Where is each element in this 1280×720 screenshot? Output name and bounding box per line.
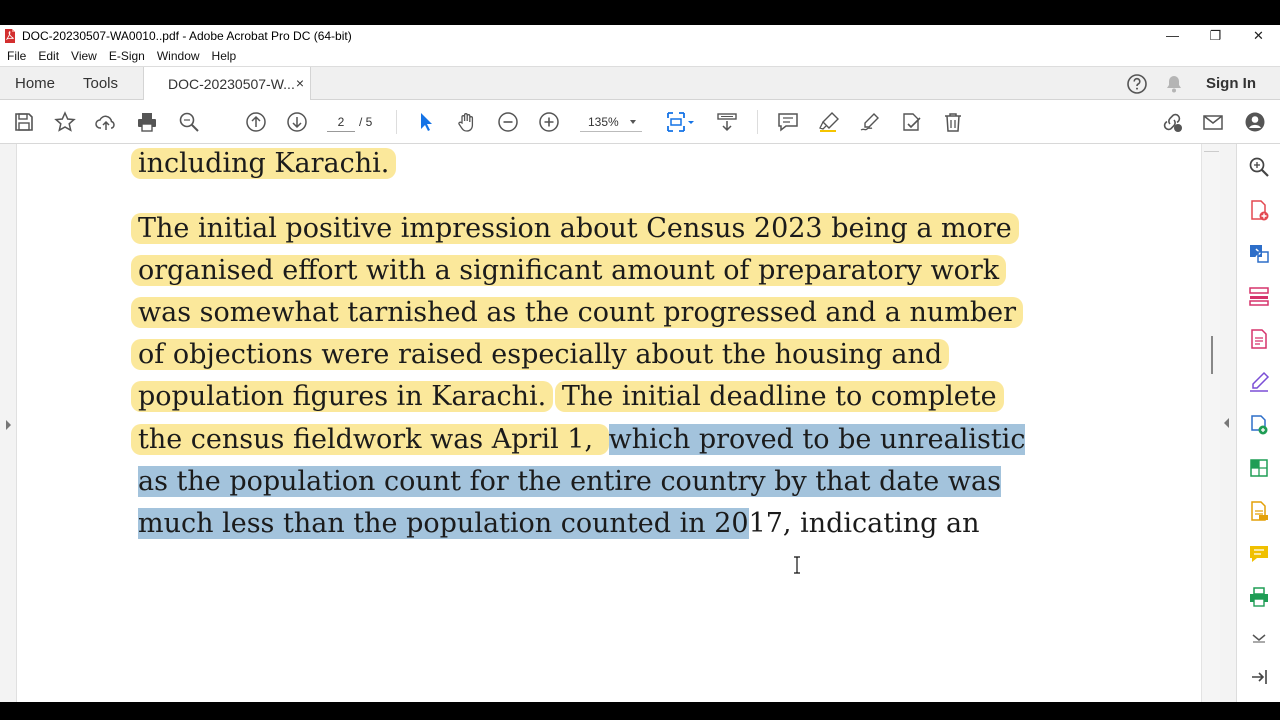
highlighter-icon[interactable]	[817, 110, 841, 134]
highlighted-text[interactable]: of objections were raised especially abo…	[131, 339, 950, 370]
zoom-out-icon[interactable]	[496, 110, 520, 134]
document-line[interactable]: including Karachi.	[131, 146, 397, 182]
document-line[interactable]: the census fieldwork was April 1, which …	[131, 422, 1026, 458]
selected-text[interactable]: much less than the population counted in…	[138, 508, 749, 539]
share-link-icon[interactable]	[1160, 110, 1184, 134]
print-production-icon[interactable]	[1248, 586, 1270, 608]
acrobat-window: DOC-20230507-WA0010..pdf - Adobe Acrobat…	[0, 25, 1280, 702]
window-title: DOC-20230507-WA0010..pdf - Adobe Acrobat…	[22, 28, 352, 43]
menu-view[interactable]: View	[71, 49, 97, 63]
edit-pdf-icon[interactable]	[1248, 328, 1270, 350]
sign-icon[interactable]	[858, 110, 882, 134]
highlighted-text[interactable]: including Karachi.	[131, 148, 397, 179]
cloud-upload-icon[interactable]	[94, 110, 118, 134]
toolbar-divider	[757, 110, 758, 134]
export-pdf-icon[interactable]	[1248, 242, 1270, 264]
menu-esign[interactable]: E-Sign	[109, 49, 145, 63]
stamp-icon[interactable]	[899, 110, 923, 134]
close-button[interactable]: ✕	[1237, 25, 1280, 46]
highlighted-text[interactable]: was somewhat tarnished as the count prog…	[131, 297, 1024, 328]
highlighted-text[interactable]: The initial positive impression about Ce…	[131, 213, 1019, 244]
right-panel-toggle[interactable]	[1220, 144, 1236, 702]
text-run[interactable]: 17, indicating an	[749, 508, 980, 539]
restore-icon: ❐	[1209, 27, 1222, 43]
document-line[interactable]: of objections were raised especially abo…	[131, 337, 950, 373]
main-toolbar: 2 / 5 135%	[0, 100, 1280, 144]
document-page[interactable]: including Karachi. The initial positive i…	[18, 144, 1201, 702]
zoom-level-value: 135%	[588, 115, 619, 129]
tab-bar: Home Tools DOC-20230507-W... × Sign In	[0, 66, 1280, 101]
highlighted-text[interactable]: population figures in Karachi.	[131, 381, 554, 412]
collapse-right-icon	[1224, 418, 1229, 428]
document-line[interactable]: The initial positive impression about Ce…	[131, 211, 1019, 247]
search-icon[interactable]	[177, 110, 201, 134]
fill-sign-icon[interactable]	[1248, 371, 1270, 393]
left-panel-toggle[interactable]	[0, 144, 17, 702]
chevron-down-icon	[630, 120, 636, 124]
document-line[interactable]: was somewhat tarnished as the count prog…	[131, 295, 1024, 331]
highlighted-text[interactable]: The initial deadline to complete	[554, 381, 1004, 412]
vertical-scrollbar[interactable]	[1201, 144, 1220, 702]
scan-icon[interactable]	[1248, 500, 1270, 522]
organize-pages-icon[interactable]	[1248, 285, 1270, 307]
email-icon[interactable]	[1201, 110, 1225, 134]
selected-text[interactable]: as the population count for the entire c…	[138, 466, 1001, 497]
combine-files-icon[interactable]	[1248, 414, 1270, 436]
create-pdf-icon[interactable]	[1248, 199, 1270, 221]
menu-bar: File Edit View E-Sign Window Help	[0, 46, 248, 66]
notification-bell-icon[interactable]	[1164, 74, 1184, 94]
star-icon[interactable]	[53, 110, 77, 134]
document-line[interactable]: organised effort with a significant amou…	[131, 253, 1007, 289]
page-total: / 5	[359, 115, 373, 129]
document-line[interactable]: population figures in Karachi. The initi…	[131, 379, 1004, 415]
text-cursor-icon	[793, 556, 801, 574]
minimize-icon: —	[1166, 28, 1179, 43]
scrollbar-top	[1204, 144, 1219, 152]
comment-icon[interactable]	[776, 110, 800, 134]
title-bar: DOC-20230507-WA0010..pdf - Adobe Acrobat…	[0, 25, 1280, 46]
restore-button[interactable]: ❐	[1194, 25, 1237, 46]
menu-window[interactable]: Window	[157, 49, 200, 63]
select-cursor-icon[interactable]	[414, 110, 438, 134]
hand-icon[interactable]	[455, 110, 479, 134]
fit-page-icon[interactable]	[665, 110, 697, 134]
menu-file[interactable]: File	[7, 49, 26, 63]
pdf-file-icon	[4, 28, 16, 43]
document-line[interactable]: as the population count for the entire c…	[138, 464, 1001, 500]
help-icon[interactable]	[1126, 73, 1148, 95]
page-down-icon[interactable]	[285, 110, 309, 134]
zoom-level-select[interactable]: 135%	[580, 112, 642, 132]
selected-text[interactable]: which proved to be unrealistic	[608, 424, 1026, 455]
scrollbar-thumb[interactable]	[1211, 336, 1213, 374]
menu-edit[interactable]: Edit	[38, 49, 59, 63]
scroll-mode-icon[interactable]	[715, 110, 739, 134]
tab-document-label: DOC-20230507-W...	[168, 76, 295, 92]
expand-more-icon[interactable]	[1248, 629, 1270, 651]
document-line[interactable]: much less than the population counted in…	[138, 506, 980, 542]
highlighted-text[interactable]: organised effort with a significant amou…	[131, 255, 1007, 286]
comment-panel-icon[interactable]	[1248, 543, 1270, 565]
expand-left-icon	[6, 420, 11, 430]
delete-icon[interactable]	[941, 110, 965, 134]
page-up-icon[interactable]	[244, 110, 268, 134]
account-icon[interactable]	[1243, 110, 1267, 134]
zoom-in-icon[interactable]	[537, 110, 561, 134]
highlighted-text[interactable]: the census fieldwork was April 1,	[131, 424, 609, 455]
print-icon[interactable]	[135, 110, 159, 134]
page-number-input[interactable]: 2	[327, 112, 355, 132]
sign-in-button[interactable]: Sign In	[1206, 75, 1256, 92]
collapse-panel-icon[interactable]	[1248, 666, 1270, 688]
tab-document[interactable]: DOC-20230507-W... ×	[143, 67, 311, 101]
zoom-search-icon[interactable]	[1248, 156, 1270, 178]
close-icon: ✕	[1253, 27, 1264, 43]
tab-home[interactable]: Home	[15, 67, 55, 100]
excel-export-icon[interactable]	[1248, 457, 1270, 479]
toolbar-divider	[396, 110, 397, 134]
minimize-button[interactable]: —	[1151, 25, 1194, 46]
tools-pane	[1236, 144, 1280, 702]
tab-tools[interactable]: Tools	[83, 67, 118, 100]
tab-close-icon[interactable]: ×	[296, 75, 304, 91]
menu-help[interactable]: Help	[212, 49, 237, 63]
save-icon[interactable]	[12, 110, 36, 134]
